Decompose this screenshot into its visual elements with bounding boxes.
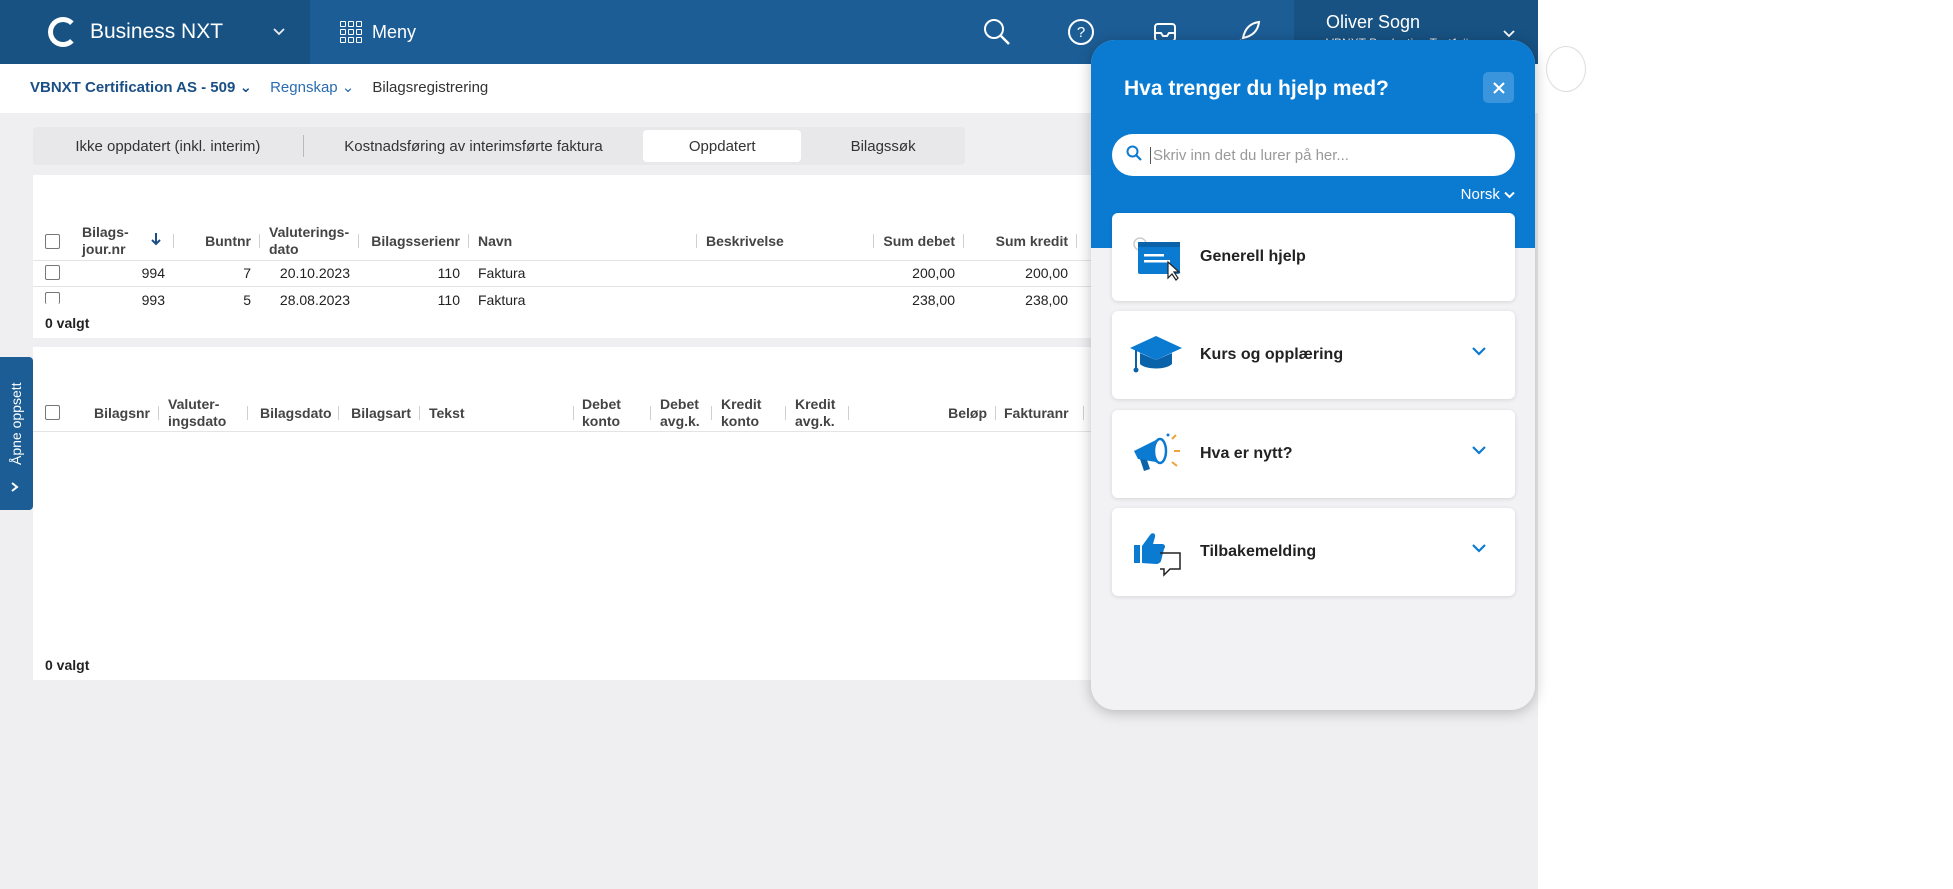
chevron-down-icon[interactable] bbox=[1471, 540, 1487, 558]
help-search-box[interactable] bbox=[1112, 134, 1515, 176]
column-header-journal-nr[interactable]: Bilags- jour.nr bbox=[82, 224, 129, 258]
chevron-right-icon bbox=[10, 480, 20, 496]
card-label: Generell hjelp bbox=[1200, 248, 1306, 265]
row-checkbox[interactable] bbox=[45, 265, 60, 280]
card-hva-er-nytt[interactable]: Hva er nytt? bbox=[1112, 410, 1515, 498]
column-header-bilagsdato[interactable]: Bilagsdato bbox=[260, 405, 332, 422]
card-label: Hva er nytt? bbox=[1200, 445, 1293, 462]
cell-journal-nr: 993 bbox=[141, 292, 165, 308]
journal-table-panel: Bilags- jour.nr Buntnr Valuterings- dato… bbox=[33, 175, 1133, 338]
column-header-debet-avg[interactable]: Debet avg.k. bbox=[660, 396, 700, 430]
right-edge-panel bbox=[1538, 0, 1953, 889]
cell-buntnr: 5 bbox=[243, 292, 251, 308]
column-header-kredit-avg[interactable]: Kredit avg.k. bbox=[795, 396, 835, 430]
search-icon bbox=[1126, 145, 1142, 166]
column-header-tekst[interactable]: Tekst bbox=[429, 405, 465, 422]
column-header-sum-kredit[interactable]: Sum kredit bbox=[973, 233, 1068, 250]
tab-oppdatert[interactable]: Oppdatert bbox=[643, 130, 802, 162]
language-selector[interactable]: Norsk bbox=[1461, 186, 1515, 203]
chevron-down-icon[interactable] bbox=[1471, 343, 1487, 361]
selected-count: 0 valgt bbox=[45, 657, 90, 673]
svg-text:?: ? bbox=[1077, 24, 1085, 41]
cell-serienr: 110 bbox=[437, 292, 460, 308]
cell-buntnr: 7 bbox=[243, 265, 251, 281]
apps-grid-icon bbox=[340, 21, 362, 43]
select-all-checkbox[interactable] bbox=[45, 405, 60, 420]
card-label: Tilbakemelding bbox=[1200, 543, 1317, 560]
close-icon bbox=[1492, 81, 1505, 94]
card-generell-hjelp[interactable]: Generell hjelp bbox=[1112, 213, 1515, 301]
close-button[interactable] bbox=[1483, 72, 1514, 103]
graduation-cap-icon bbox=[1128, 327, 1184, 383]
column-header-belop[interactable]: Beløp bbox=[853, 405, 987, 422]
menu-label: Meny bbox=[372, 21, 417, 42]
cell-dato: 28.08.2023 bbox=[279, 292, 350, 308]
thumbs-feedback-icon bbox=[1128, 524, 1184, 580]
monitor-cursor-icon bbox=[1128, 229, 1184, 285]
select-all-checkbox[interactable] bbox=[45, 234, 60, 249]
megaphone-icon bbox=[1128, 426, 1184, 482]
cell-navn: Faktura bbox=[478, 292, 526, 308]
breadcrumb-company[interactable]: VBNXT Certification AS - 509 ⌄ bbox=[30, 78, 252, 96]
cell-dato: 20.10.2023 bbox=[279, 265, 350, 281]
chevron-down-icon bbox=[272, 24, 286, 40]
open-layout-tab[interactable]: Åpne oppsett bbox=[0, 357, 33, 510]
breadcrumb-current: Bilagsregistrering bbox=[372, 78, 489, 96]
selected-count: 0 valgt bbox=[45, 315, 90, 331]
sort-desc-icon[interactable] bbox=[150, 232, 162, 251]
column-header-kredit-konto[interactable]: Kredit konto bbox=[721, 396, 761, 430]
search-icon[interactable] bbox=[980, 15, 1014, 49]
cell-sum-kredit: 238,00 bbox=[1025, 292, 1068, 308]
column-header-sum-debet[interactable]: Sum debet bbox=[875, 233, 955, 250]
column-header-buntnr[interactable]: Buntnr bbox=[181, 233, 251, 250]
tab-ikke-oppdatert[interactable]: Ikke oppdatert (inkl. interim) bbox=[33, 130, 303, 162]
row-checkbox[interactable] bbox=[45, 292, 60, 304]
cell-sum-kredit: 200,00 bbox=[1025, 265, 1068, 281]
column-header-debet-konto[interactable]: Debet konto bbox=[582, 396, 621, 430]
cell-sum-debet: 200,00 bbox=[912, 265, 955, 281]
open-layout-label: Åpne oppsett bbox=[8, 382, 24, 465]
column-header-bilagsnr[interactable]: Bilagsnr bbox=[83, 405, 150, 422]
tab-kostnadsforing[interactable]: Kostnadsføring av interimsførte faktura bbox=[304, 130, 644, 162]
cell-serienr: 110 bbox=[437, 265, 460, 281]
help-search-input[interactable] bbox=[1150, 146, 1490, 164]
column-header-navn[interactable]: Navn bbox=[478, 233, 512, 250]
brand-switcher[interactable]: Business NXT bbox=[0, 0, 310, 64]
column-header-valuteringsdato[interactable]: Valuter- ingsdato bbox=[168, 396, 226, 430]
tab-bar: Ikke oppdatert (inkl. interim) Kostnadsf… bbox=[33, 127, 965, 165]
cell-navn: Faktura bbox=[478, 265, 526, 281]
cell-sum-debet: 238,00 bbox=[912, 292, 955, 308]
card-kurs-og-opplaering[interactable]: Kurs og opplæring bbox=[1112, 311, 1515, 399]
card-label: Kurs og opplæring bbox=[1200, 346, 1344, 363]
tab-bilagssok[interactable]: Bilagssøk bbox=[801, 130, 965, 162]
card-tilbakemelding[interactable]: Tilbakemelding bbox=[1112, 508, 1515, 596]
column-header-bilagsart[interactable]: Bilagsart bbox=[343, 405, 411, 422]
voucher-table-panel: Bilagsnr Valuter- ingsdato Bilagsdato Bi… bbox=[33, 347, 1133, 680]
column-header-bilagsserienr[interactable]: Bilagsserienr bbox=[363, 233, 460, 250]
chevron-down-icon bbox=[1504, 191, 1515, 199]
cell-journal-nr: 994 bbox=[141, 265, 165, 281]
chevron-down-icon[interactable] bbox=[1471, 442, 1487, 460]
menu-button[interactable]: Meny bbox=[340, 21, 416, 43]
breadcrumb: VBNXT Certification AS - 509 ⌄ Regnskap … bbox=[30, 78, 489, 97]
breadcrumb-section[interactable]: Regnskap ⌄ bbox=[270, 78, 354, 96]
help-title: Hva trenger du hjelp med? bbox=[1124, 77, 1389, 100]
column-header-fakturanr[interactable]: Fakturanr bbox=[1004, 405, 1069, 422]
brand-logo-icon bbox=[48, 17, 78, 47]
column-header-beskrivelse[interactable]: Beskrivelse bbox=[706, 233, 784, 250]
brand-name: Business NXT bbox=[90, 20, 224, 43]
help-panel: Hva trenger du hjelp med? Norsk Generell… bbox=[1091, 40, 1535, 710]
column-header-valuteringsdato[interactable]: Valuterings- dato bbox=[269, 224, 349, 258]
